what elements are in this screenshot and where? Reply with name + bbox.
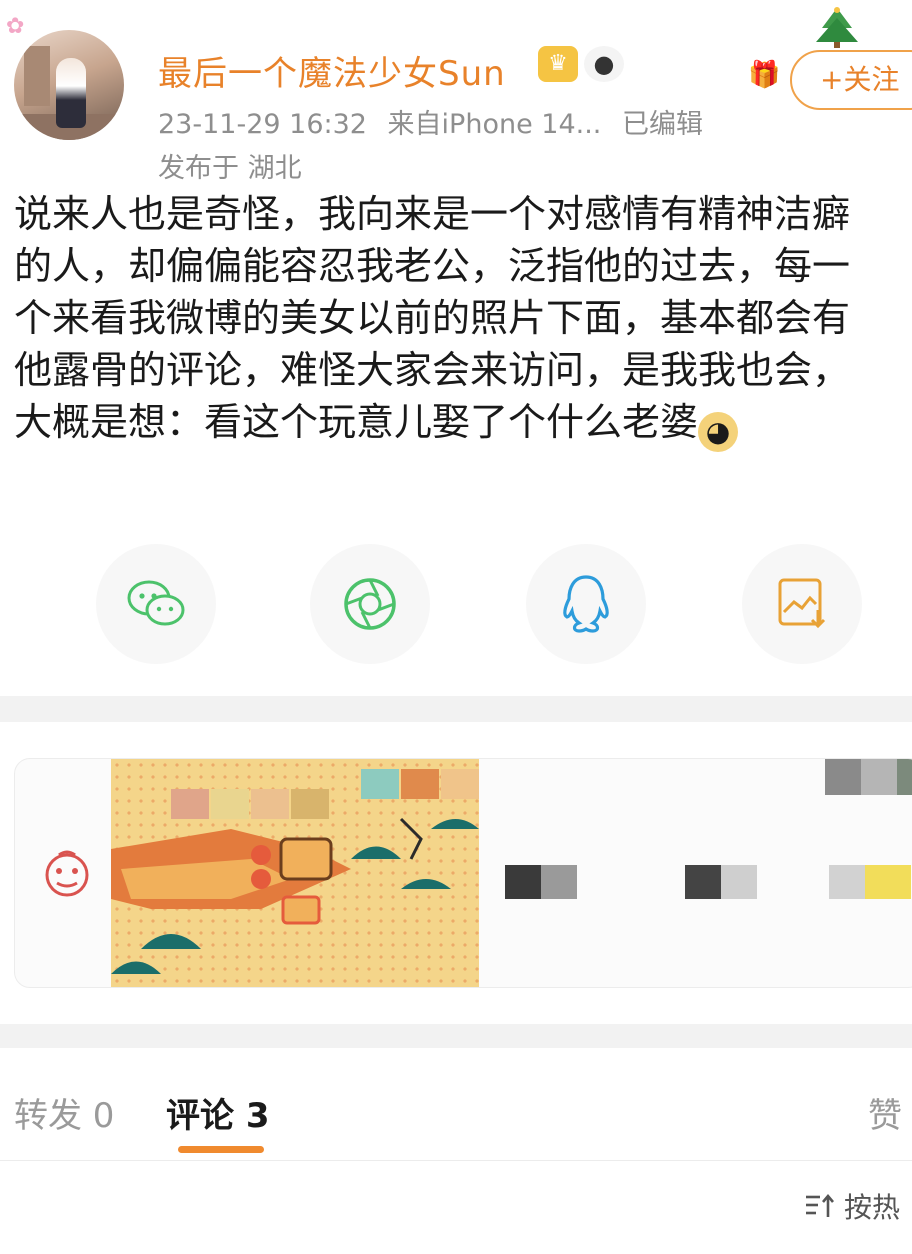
user-badges: ♛ ● xyxy=(538,46,624,82)
save-image-icon xyxy=(778,578,826,629)
active-tab-indicator xyxy=(178,1146,264,1153)
post-content: 说来人也是奇怪，我向来是一个对感情有精神洁癖 的人，却偏偏能容忍我老公，泛指他的… xyxy=(14,188,912,498)
christmas-tree-icon xyxy=(816,7,858,48)
avatar-background xyxy=(24,46,50,106)
qq-icon xyxy=(563,575,609,633)
avatar[interactable] xyxy=(14,30,124,140)
sort-button[interactable]: 按热 xyxy=(804,1186,900,1226)
section-divider xyxy=(0,1024,912,1048)
post-line-last: 大概是想：看这个玩意儿娶了个什么老婆 ◕ xyxy=(14,396,912,452)
share-wechat-button[interactable] xyxy=(96,544,216,664)
moments-icon xyxy=(344,578,396,630)
follow-button[interactable]: +关注 xyxy=(790,50,912,110)
post-line: 说来人也是奇怪，我向来是一个对感情有精神洁癖 xyxy=(14,192,851,236)
card-thumbnail-image xyxy=(111,759,479,987)
share-moments-button[interactable] xyxy=(310,544,430,664)
post-meta: 23-11-29 16:32 来自iPhone 14... 已编辑 xyxy=(158,102,715,141)
share-qq-button[interactable] xyxy=(526,544,646,664)
tab-repost[interactable]: 转发 0 xyxy=(14,1088,114,1137)
post-header: ✿ 最后一个魔法少女Sun ♛ ● 23-11-29 16:32 来自iPhon… xyxy=(0,0,912,200)
flower-decoration-icon: ✿ xyxy=(6,14,25,39)
avatar-figure xyxy=(56,58,86,128)
username[interactable]: 最后一个魔法少女Sun xyxy=(158,46,506,95)
post-line: 他露骨的评论，难怪大家会来访问，是我我也会， xyxy=(14,348,851,392)
gift-icon: 🎁 xyxy=(748,60,781,90)
blurred-subtitle xyxy=(505,865,912,899)
section-divider xyxy=(0,696,912,722)
share-row xyxy=(0,544,912,664)
tab-comment[interactable]: 评论 3 xyxy=(166,1088,270,1137)
dragon-mascot-icon xyxy=(45,850,89,897)
dragon-illustration xyxy=(111,769,479,974)
save-image-button[interactable] xyxy=(742,544,862,664)
tabs-divider xyxy=(0,1160,912,1161)
post-timestamp: 23-11-29 16:32 xyxy=(158,109,367,140)
post-source: 来自iPhone 14... xyxy=(387,109,602,140)
tab-like[interactable]: 赞 xyxy=(868,1088,902,1137)
wechat-icon xyxy=(127,580,185,626)
panda-badge-icon[interactable]: ● xyxy=(584,46,624,82)
post-line: 大概是想：看这个玩意儿娶了个什么老婆 xyxy=(14,400,699,444)
sort-icon xyxy=(806,1193,834,1217)
post-line: 的人，却偏偏能容忍我老公，泛指他的过去，每一 xyxy=(14,244,851,288)
sort-label: 按热 xyxy=(844,1191,901,1224)
crown-badge-icon[interactable]: ♛ xyxy=(538,46,578,82)
interaction-tabs: 转发 0 评论 3 赞 xyxy=(0,1070,912,1160)
post-edited-label[interactable]: 已编辑 xyxy=(622,109,703,140)
link-card[interactable] xyxy=(14,758,912,988)
post-line: 个来看我微博的美女以前的照片下面，基本都会有 xyxy=(14,296,851,340)
doge-emoji-icon: ◕ xyxy=(698,412,739,452)
blurred-title xyxy=(825,759,912,799)
post-location: 发布于 湖北 xyxy=(158,153,302,184)
